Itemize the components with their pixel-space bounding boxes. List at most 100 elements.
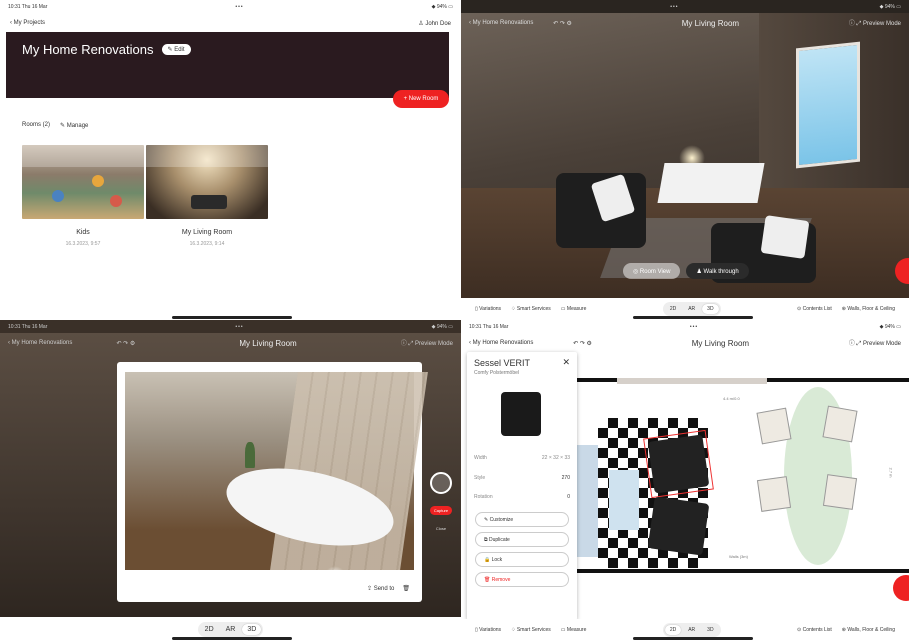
dims-label: Width (474, 455, 487, 461)
rotation-input[interactable]: 0 (567, 494, 570, 500)
help-icon[interactable]: ⓘ (849, 341, 857, 347)
help-icon[interactable]: ⓘ (401, 341, 409, 347)
mode-2d[interactable]: 2D (664, 625, 682, 635)
preview-button[interactable]: ⓘ ⤢ Preview Mode (401, 338, 453, 348)
mode-2d[interactable]: 2D (200, 624, 219, 635)
window-shape (796, 41, 860, 169)
home-indicator[interactable] (172, 637, 292, 640)
duplicate-button[interactable]: ⧉ Duplicate (475, 532, 569, 547)
undo-icon[interactable]: ↶ ↷ ⚙ (573, 340, 592, 347)
rooms-count: Rooms (2) (22, 122, 51, 128)
rotation-row: Rotation 0 (474, 494, 570, 500)
smart-services-button[interactable]: ♢ Smart Services (511, 627, 551, 633)
measure-button[interactable]: ▭ Measure (561, 627, 587, 633)
status-time: 10:31 Thu 16 Mar (469, 323, 509, 330)
share-button[interactable]: ⇪ Send to (367, 585, 394, 592)
walls-floor-button[interactable]: ⊛ Walls, Floor & Ceiling (842, 627, 895, 633)
dimension-label: 2.7 m (888, 467, 894, 478)
measure-button[interactable]: ▭ Measure (561, 306, 587, 312)
item-detail-panel: Sessel VERIT Comfy Polstermöbel ✕ Width … (467, 352, 577, 620)
manage-button[interactable]: ✎ Manage (60, 122, 88, 129)
back-button[interactable]: ‹ My Home Renovations (469, 20, 533, 26)
contents-list-button[interactable]: ⊙ Contents List (797, 627, 832, 633)
back-button[interactable]: ‹ My Home Renovations (469, 340, 533, 346)
dim-input[interactable]: 33 (564, 455, 570, 461)
home-indicator[interactable] (633, 316, 753, 319)
mode-3d[interactable]: 3D (242, 623, 262, 635)
item-brand: Comfy Polstermöbel (474, 370, 520, 376)
smart-services-button[interactable]: ♢ Smart Services (511, 306, 551, 312)
status-bar: 10:31 Thu 16 Mar ••• ◆ 94% ▭ (461, 320, 909, 333)
style-row: Style 270 (474, 475, 570, 481)
remove-button[interactable]: 🗑 Remove (475, 572, 569, 587)
modal-footer: ⇪ Send to 🗑 (367, 585, 410, 592)
close-icon[interactable]: ✕ (562, 357, 570, 368)
home-indicator[interactable] (633, 637, 753, 640)
dimension-label: Walls (3m) (729, 554, 748, 559)
dim-input[interactable]: 22 (542, 455, 548, 461)
mode-ar[interactable]: AR (683, 625, 700, 635)
room-render[interactable] (461, 13, 909, 298)
capture-pill[interactable]: Capture (430, 506, 452, 515)
capture-button[interactable] (430, 472, 452, 494)
add-fab-button[interactable] (893, 575, 909, 601)
room-thumbnail-living[interactable] (146, 145, 268, 219)
mode-ar[interactable]: AR (221, 624, 241, 635)
variations-button[interactable]: ▯ Variations (475, 306, 501, 312)
style-input[interactable]: 270 (562, 475, 570, 481)
share-icon: ⇪ (366, 586, 374, 592)
lock-button[interactable]: 🔒 Lock (475, 552, 569, 567)
multitask-dots[interactable]: ••• (670, 4, 678, 10)
blue-cabinet[interactable] (609, 470, 639, 530)
room-name[interactable]: Kids (22, 229, 144, 236)
table-shape (657, 163, 765, 203)
undo-icon[interactable]: ↶ ↷ ⚙ (553, 20, 572, 27)
dining-chair[interactable] (822, 474, 858, 510)
room-name[interactable]: My Living Room (146, 229, 268, 236)
customize-button[interactable]: ✎ Customize (475, 512, 569, 527)
room-3d-view: ••• ◆ 94% ▭ ‹ My Home Renovations ↶ ↷ ⚙ M… (461, 0, 909, 320)
multitask-dots[interactable]: ••• (235, 324, 243, 330)
dining-chair[interactable] (822, 405, 858, 443)
armchair[interactable] (647, 496, 710, 556)
preview-label: Preview Mode (862, 21, 901, 27)
preview-label: Preview Mode (414, 341, 453, 347)
help-icon[interactable]: ⓘ (849, 21, 857, 27)
back-button[interactable]: ‹ My Projects (10, 20, 45, 26)
selection-outline (643, 429, 714, 499)
dining-chair[interactable] (756, 407, 792, 445)
walk-through-button[interactable]: ♟ Walk through (686, 263, 749, 279)
room-date: 16.3.2023, 9:14 (189, 241, 225, 247)
edit-button[interactable]: ✎ Edit (161, 44, 191, 55)
dim-input[interactable]: 32 (553, 455, 559, 461)
variations-button[interactable]: ▯ Variations (475, 627, 501, 633)
close-label[interactable]: Close (430, 526, 452, 531)
new-room-button[interactable]: + New Room (393, 90, 449, 108)
contents-list-button[interactable]: ⊙ Contents List (797, 306, 832, 312)
mode-ar[interactable]: AR (683, 304, 700, 314)
back-button[interactable]: ‹ My Home Renovations (8, 340, 72, 346)
pillow-shape (760, 215, 810, 259)
mode-3d[interactable]: 3D (702, 304, 719, 314)
multitask-dots[interactable]: ••• (690, 324, 698, 330)
dining-chair[interactable] (756, 476, 792, 512)
undo-icon[interactable]: ↶ ↷ ⚙ (116, 340, 135, 347)
mode-2d[interactable]: 2D (665, 304, 681, 314)
preview-button[interactable]: ⓘ ⤢ Preview Mode (849, 18, 901, 28)
status-indicators: ◆ 94% ▭ (879, 3, 901, 10)
user-button[interactable]: ♙ John Doe (418, 20, 451, 27)
toy-shape (110, 195, 122, 207)
top-nav: ‹ My Projects ♙ John Doe (0, 14, 461, 32)
light-glow (324, 566, 346, 588)
status-bar: ••• ◆ 94% ▭ (461, 0, 909, 13)
capture-preview-screen: 10:31 Thu 16 Mar ••• ◆ 94% ▭ ‹ My Home Ren… (0, 320, 461, 641)
mode-3d[interactable]: 3D (702, 625, 718, 635)
trash-icon[interactable]: 🗑 (402, 585, 410, 592)
room-thumbnail-kids[interactable] (22, 145, 144, 219)
home-indicator[interactable] (172, 316, 292, 319)
room-view-button[interactable]: ◎ Room View (623, 263, 681, 279)
preview-button[interactable]: ⓘ ⤢ Preview Mode (849, 338, 901, 348)
multitask-dots[interactable]: ••• (235, 4, 243, 10)
status-time: 10:31 Thu 16 Mar (8, 323, 48, 330)
walls-floor-button[interactable]: ⊛ Walls, Floor & Ceiling (842, 306, 895, 312)
